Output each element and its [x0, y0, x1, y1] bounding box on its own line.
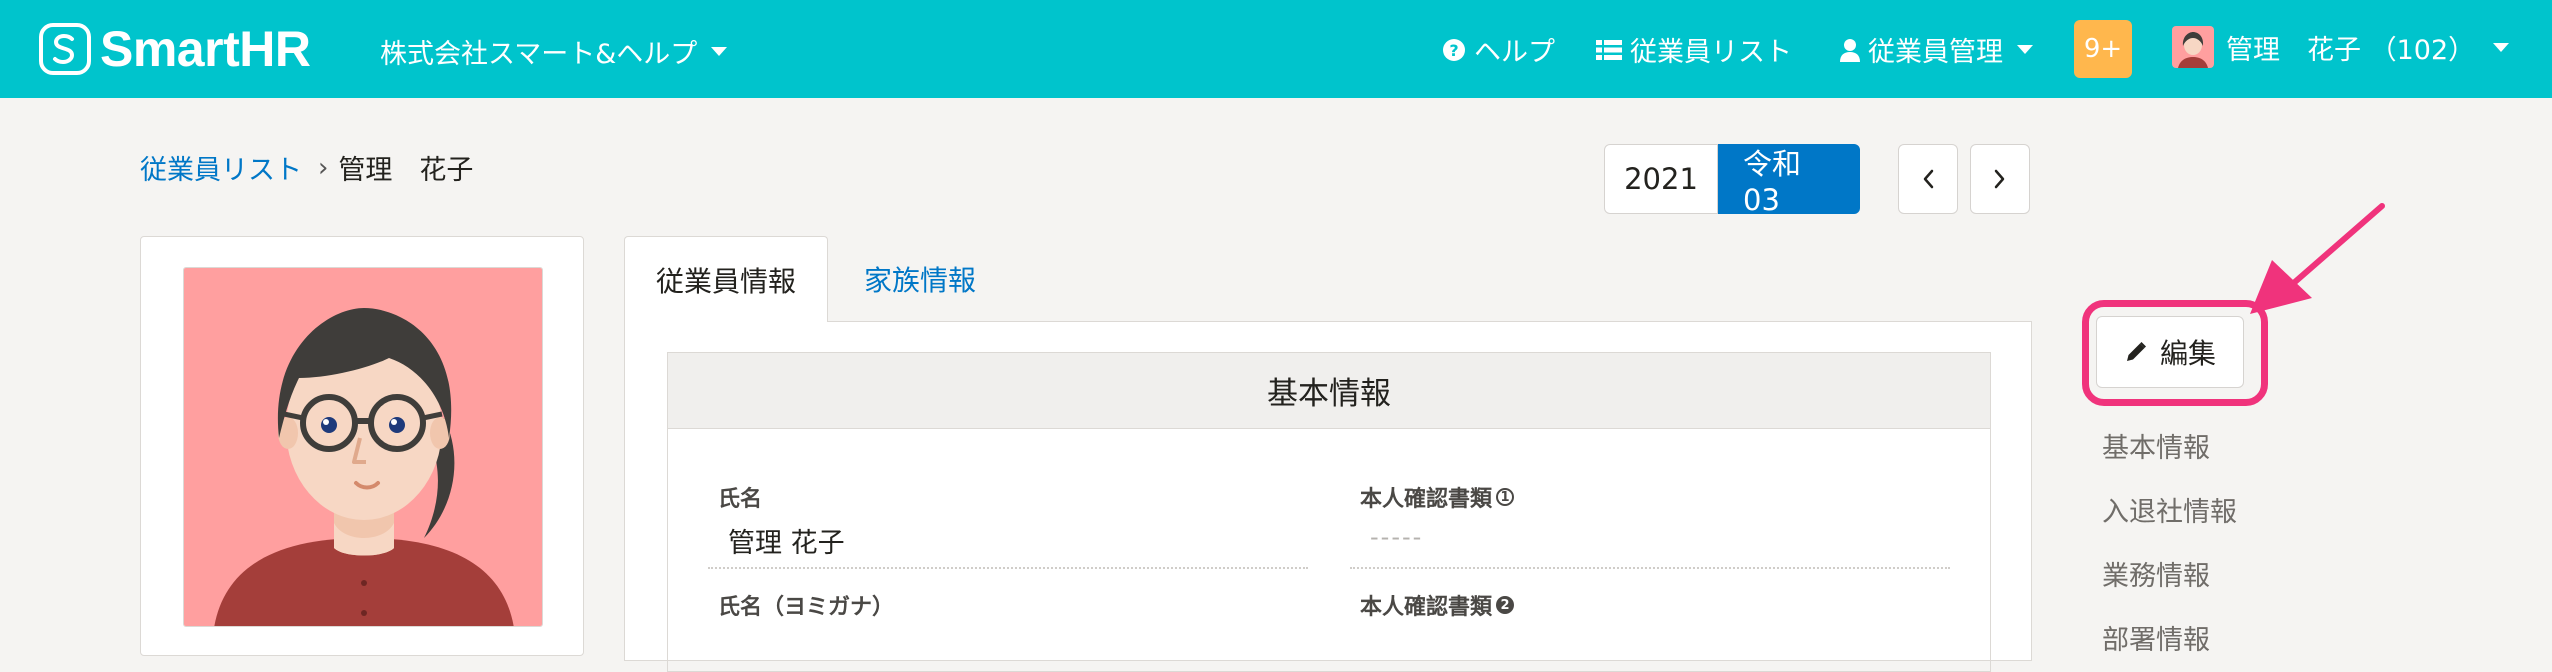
field-name-kana: 氏名（ヨミガナ） — [718, 589, 894, 621]
edit-button[interactable]: 編集 — [2096, 316, 2244, 388]
smarthr-logo[interactable]: SmartHR — [38, 21, 311, 77]
nav-employee-management[interactable]: 従業員管理 — [1840, 30, 2033, 69]
company-name: 株式会社スマート&ヘルプ — [380, 39, 698, 70]
field-name-kana-label: 氏名（ヨミガナ） — [718, 595, 895, 620]
user-avatar — [2172, 26, 2214, 68]
field-id-doc-1-label-text: 本人確認書類 — [1360, 487, 1493, 512]
side-link-basic-info[interactable]: 基本情報 — [2102, 426, 2210, 465]
pencil-icon — [2126, 342, 2146, 361]
field-id-doc-2-label: 本人確認書類 2 — [1360, 589, 1515, 621]
breadcrumb-current: 管理 花子 — [338, 155, 474, 186]
nav-help-label: ヘルプ — [1474, 37, 1555, 68]
field-id-doc-1-value: ----- — [1370, 523, 1424, 551]
employee-info-panel: 基本情報 氏名 管理 花子 本人確認書類 1 ----- 氏名（ヨミガナ） 本人… — [624, 321, 2032, 672]
top-header: SmartHR 株式会社スマート&ヘルプ ? ヘルプ 従業員リスト 従業員管理 … — [0, 0, 2552, 98]
nav-employee-management-label: 従業員管理 — [1868, 37, 2003, 68]
help-circle-icon: ? — [1443, 38, 1465, 61]
nav-employee-list[interactable]: 従業員リスト — [1596, 30, 1792, 69]
nav-help[interactable]: ? ヘルプ — [1442, 30, 1555, 69]
section-title: 基本情報 — [668, 353, 1990, 429]
tab-family-info[interactable]: 家族情報 — [828, 236, 1012, 322]
user-menu[interactable]: 管理 花子 （102） — [2172, 26, 2510, 68]
side-link-hire-leave-info[interactable]: 入退社情報 — [2102, 490, 2237, 529]
user-icon — [1840, 38, 1860, 62]
profile-photo[interactable] — [183, 267, 543, 627]
breadcrumb-separator: › — [318, 152, 329, 183]
field-name-label: 氏名 — [718, 487, 763, 512]
basic-info-section: 基本情報 氏名 管理 花子 本人確認書類 1 ----- 氏名（ヨミガナ） 本人… — [667, 352, 1991, 672]
field-id-doc-2-label-text: 本人確認書類 — [1360, 595, 1493, 620]
prev-year-button[interactable] — [1898, 144, 1958, 214]
field-id-doc-1: 本人確認書類 1 ----- — [1360, 481, 1515, 551]
field-divider — [1350, 567, 1950, 569]
breadcrumb: 従業員リスト › 管理 花子 — [140, 148, 473, 187]
chevron-left-icon — [1923, 169, 1934, 189]
chevron-right-icon — [1994, 169, 2005, 189]
nav-employee-list-label: 従業員リスト — [1630, 37, 1792, 68]
user-name: 管理 花子 （102） — [2226, 34, 2476, 66]
year-western-button[interactable]: 2021 — [1604, 144, 1718, 214]
year-era-button[interactable]: 令和03 — [1718, 144, 1860, 217]
edit-button-label: 編集 — [2159, 337, 2216, 370]
field-name: 氏名 管理 花子 — [718, 481, 845, 560]
field-divider — [708, 567, 1308, 569]
profile-card — [140, 236, 584, 656]
smarthr-logo-icon — [39, 23, 91, 75]
next-year-button[interactable] — [1970, 144, 2030, 214]
side-link-department-info[interactable]: 部署情報 — [2102, 618, 2210, 657]
notification-badge[interactable]: 9+ — [2074, 20, 2132, 78]
field-id-doc-1-label: 本人確認書類 1 — [1360, 481, 1515, 513]
field-id-doc-2: 本人確認書類 2 — [1360, 589, 1515, 621]
logo-text: SmartHR — [100, 21, 311, 77]
side-link-work-info[interactable]: 業務情報 — [2102, 554, 2210, 593]
year-switch: 2021 令和03 — [1604, 144, 1860, 217]
tab-employee-info[interactable]: 従業員情報 — [624, 236, 828, 322]
list-icon — [1596, 39, 1622, 60]
circled-number-1: 1 — [1496, 488, 1515, 506]
chevron-down-icon — [2017, 45, 2033, 54]
breadcrumb-employee-list[interactable]: 従業員リスト — [140, 148, 302, 187]
chevron-down-icon — [711, 47, 728, 56]
circled-number-2: 2 — [1496, 596, 1515, 614]
company-selector[interactable]: 株式会社スマート&ヘルプ — [380, 32, 728, 71]
svg-text:?: ? — [1449, 41, 1458, 60]
field-name-value: 管理 花子 — [728, 528, 845, 559]
annotation-arrow-icon — [2250, 203, 2385, 314]
chevron-down-icon — [2493, 42, 2510, 52]
